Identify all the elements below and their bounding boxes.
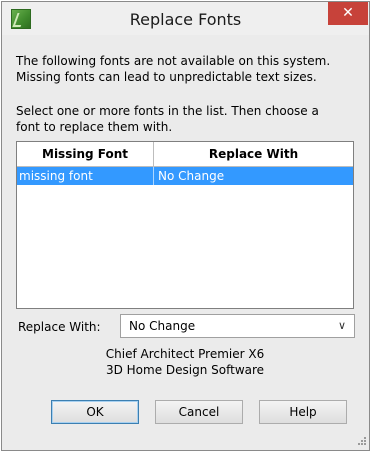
cell-divider	[153, 167, 154, 185]
fonts-table[interactable]: Missing Font Replace With missing font N…	[16, 141, 354, 309]
replace-with-label: Replace With:	[18, 320, 101, 334]
resize-grip-icon[interactable]	[355, 436, 367, 448]
product-name: Chief Architect Premier X6	[105, 347, 265, 361]
missing-fonts-message: The following fonts are not available on…	[16, 53, 356, 85]
missing-font-cell: missing font	[19, 169, 93, 183]
replace-with-value: No Change	[129, 319, 196, 333]
column-header-replace-with[interactable]: Replace With	[154, 142, 353, 166]
close-button[interactable]: ✕	[328, 2, 368, 25]
message-line: The following fonts are not available on…	[16, 54, 331, 68]
table-row[interactable]: missing font No Change	[17, 167, 353, 185]
column-header-missing-font[interactable]: Missing Font	[17, 142, 154, 166]
chevron-down-icon[interactable]: ∨	[338, 319, 346, 332]
message-line: font to replace them with.	[16, 120, 173, 134]
help-button[interactable]: Help	[259, 400, 347, 424]
ok-button[interactable]: OK	[51, 400, 139, 424]
instructions-message: Select one or more fonts in the list. Th…	[16, 103, 356, 135]
replace-with-cell: No Change	[158, 169, 225, 183]
cancel-button[interactable]: Cancel	[155, 400, 243, 424]
message-line: Missing fonts can lead to unpredictable …	[16, 70, 317, 84]
dialog-title: Replace Fonts	[129, 10, 242, 29]
message-line: Select one or more fonts in the list. Th…	[16, 104, 319, 118]
title-bar[interactable]: Replace Fonts ✕	[2, 2, 369, 35]
replace-with-dropdown[interactable]: No Change ∨	[120, 314, 355, 338]
table-header: Missing Font Replace With	[17, 142, 353, 167]
product-subtitle: 3D Home Design Software	[105, 363, 265, 377]
